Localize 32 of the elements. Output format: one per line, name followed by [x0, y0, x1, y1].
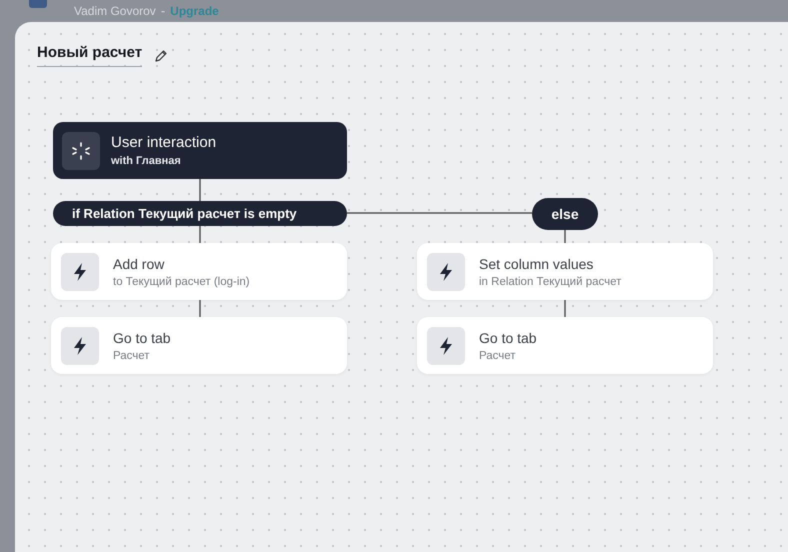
- else-pill[interactable]: else: [532, 198, 598, 230]
- lightning-icon: [61, 252, 99, 290]
- pencil-icon[interactable]: [154, 48, 168, 62]
- action-card[interactable]: Set column values in Relation Текущий расчет: [417, 243, 713, 300]
- action-card[interactable]: Go to tab Расчет: [51, 317, 347, 374]
- user-name: Vadim Govorov: [74, 4, 156, 18]
- trigger-subtitle: with Главная: [111, 155, 182, 167]
- lightning-icon: [427, 326, 465, 364]
- action-title: Set column values: [479, 256, 594, 272]
- condition-pill[interactable]: if Relation Текущий расчет is empty: [53, 201, 347, 226]
- connector-line: [199, 179, 201, 201]
- action-card[interactable]: Go to tab Расчет: [417, 317, 713, 374]
- action-card[interactable]: Add row to Текущий расчет (log-in): [51, 243, 347, 300]
- connector-line: [564, 300, 566, 317]
- action-title: Add row: [113, 256, 166, 272]
- sparkle-icon: [62, 132, 100, 170]
- action-subtitle: Расчет: [479, 350, 517, 362]
- action-title: Go to tab: [479, 330, 537, 346]
- lightning-icon: [61, 326, 99, 364]
- connector-line: [564, 230, 566, 243]
- trigger-title: User interaction: [111, 134, 216, 151]
- lightning-icon: [427, 252, 465, 290]
- action-subtitle: to Текущий расчет (log-in): [113, 276, 250, 288]
- connector-line: [199, 226, 201, 243]
- workflow-title[interactable]: Новый расчет: [37, 44, 142, 67]
- separator: -: [160, 4, 166, 18]
- action-title: Go to tab: [113, 330, 171, 346]
- connector-line: [199, 300, 201, 317]
- action-subtitle: in Relation Текущий расчет: [479, 276, 622, 288]
- trigger-node[interactable]: User interaction with Главная: [53, 122, 347, 179]
- app-icon: [28, 0, 48, 10]
- action-subtitle: Расчет: [113, 350, 151, 362]
